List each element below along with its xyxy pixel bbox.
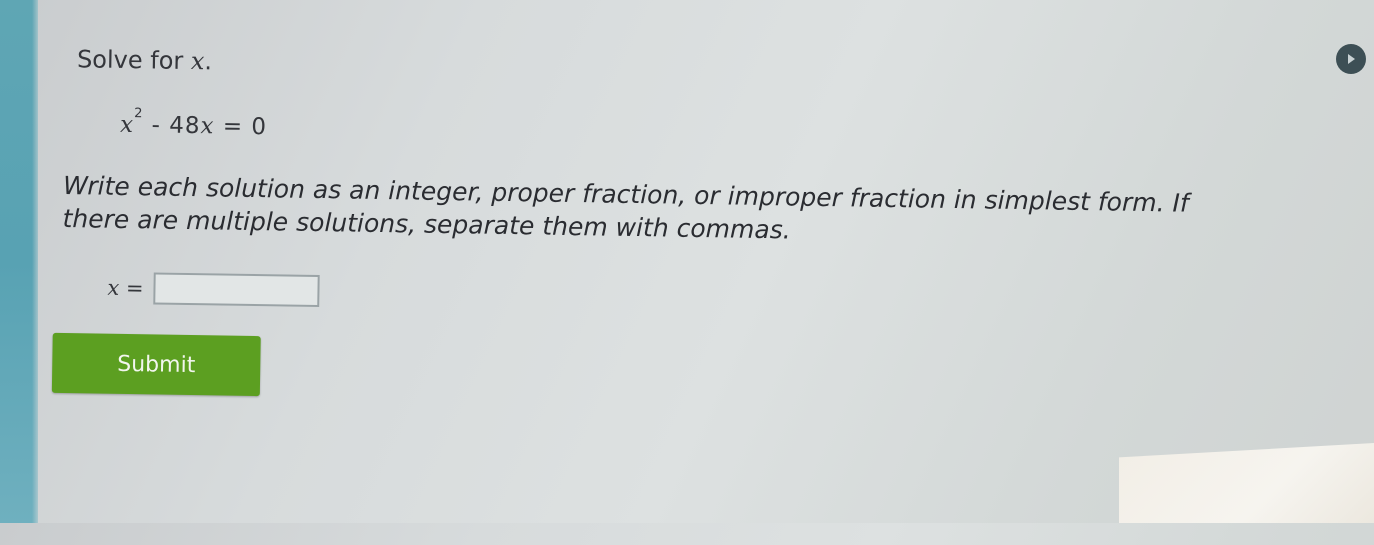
play-circle-icon[interactable] [1336, 44, 1366, 74]
answer-variable: x [107, 275, 120, 300]
equation-variable-2: x [200, 113, 215, 140]
prompt-variable: x [190, 47, 205, 76]
answer-label: x = [107, 276, 143, 301]
answer-equals: = [119, 275, 144, 301]
equation-middle: - 48 [143, 112, 201, 140]
equation-variable: x [119, 111, 135, 139]
play-glyph [1348, 54, 1355, 64]
submit-button[interactable]: Submit [51, 332, 261, 397]
question-panel: Solve for x. x2 - 48x = 0 Write each sol… [0, 0, 1374, 545]
problem-prompt: Solve for x. [77, 45, 212, 75]
prompt-period: . [204, 47, 213, 76]
equation: x2 - 48x = 0 [119, 106, 268, 141]
prompt-text: Solve for [76, 45, 192, 76]
answer-input[interactable] [153, 272, 320, 308]
instructions-text: Write each solution as an integer, prope… [62, 171, 1189, 245]
equation-exponent: 2 [134, 106, 144, 122]
answer-row: x = [107, 272, 320, 308]
equation-tail: = 0 [214, 113, 268, 141]
